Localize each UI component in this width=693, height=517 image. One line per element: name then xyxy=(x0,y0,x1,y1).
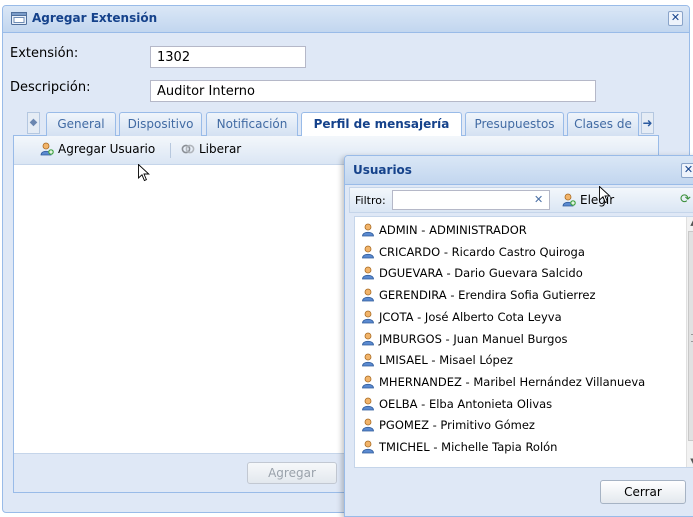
users-list-scrollbar[interactable]: ▲ ▼ xyxy=(686,217,693,467)
user-list-item[interactable]: JMBURGOS - Juan Manuel Burgos xyxy=(361,329,568,349)
user-icon xyxy=(362,440,374,454)
agregar-button[interactable]: Agregar xyxy=(247,462,337,484)
release-button[interactable]: Liberar xyxy=(181,142,241,158)
user-icon xyxy=(362,310,374,324)
user-icon xyxy=(362,418,374,432)
user-list-item[interactable]: OELBA - Elba Antonieta Olivas xyxy=(361,394,552,414)
user-list-item[interactable]: LMISAEL - Misael López xyxy=(361,350,513,370)
tab-scroll-left-icon[interactable]: ◆ xyxy=(27,112,40,134)
tab-general[interactable]: General xyxy=(46,112,116,136)
user-icon xyxy=(362,332,374,345)
users-list[interactable]: ADMIN - ADMINISTRADOR CRICARDO - Ricardo … xyxy=(354,216,693,468)
user-list-item[interactable]: MHERNANDEZ - Maribel Hernández Villanuev… xyxy=(361,372,645,392)
clear-icon[interactable]: ✕ xyxy=(534,193,543,206)
window-close-button[interactable]: ✕ xyxy=(668,11,683,26)
usuarios-dialog-title: Usuarios xyxy=(353,163,412,177)
user-list-item[interactable]: TMICHEL - Michelle Tapia Rolón xyxy=(361,437,557,457)
user-icon xyxy=(362,266,374,280)
scroll-up-icon[interactable]: ▲ xyxy=(689,219,693,227)
add-user-label: Agregar Usuario xyxy=(58,142,156,156)
phone-window-icon xyxy=(11,12,27,25)
user-icon xyxy=(362,223,374,237)
mouse-cursor-icon xyxy=(599,186,611,204)
add-user-icon xyxy=(562,193,576,207)
tab-perfil-mensajeria[interactable]: Perfil de mensajería xyxy=(301,112,462,137)
user-list-item[interactable]: DGUEVARA - Dario Guevara Salcido xyxy=(361,263,583,283)
usuarios-toolbar: Filtro: ✕ Elegir ⟳ xyxy=(349,187,693,213)
user-list-item-label: GERENDIRA - Erendira Sofia Gutierrez xyxy=(379,288,596,303)
close-icon: ✕ xyxy=(683,163,693,176)
tab-dispositivo[interactable]: Dispositivo xyxy=(119,112,202,136)
description-label: Descripción: xyxy=(10,80,91,95)
user-list-item-label: CRICARDO - Ricardo Castro Quiroga xyxy=(379,244,585,259)
usuarios-dialog: Usuarios ✕ Filtro: ✕ Elegir ⟳ ADMIN - AD… xyxy=(344,155,693,517)
window-title: Agregar Extensión xyxy=(32,11,158,25)
add-user-icon xyxy=(40,142,54,156)
refresh-icon[interactable]: ⟳ xyxy=(680,192,691,207)
close-icon: ✕ xyxy=(670,11,681,24)
filter-input[interactable] xyxy=(392,190,550,210)
user-list-item[interactable]: JCOTA - José Alberto Cota Leyva xyxy=(361,307,562,327)
usuarios-dialog-header[interactable]: Usuarios ✕ xyxy=(345,156,693,185)
user-list-item-label: MHERNANDEZ - Maribel Hernández Villanuev… xyxy=(379,374,646,389)
user-list-item[interactable]: ADMIN - ADMINISTRADOR xyxy=(361,220,527,240)
usuarios-close-button[interactable]: ✕ xyxy=(681,163,693,178)
user-icon xyxy=(362,375,374,389)
release-label: Liberar xyxy=(199,142,242,156)
scrollbar-thumb[interactable] xyxy=(688,231,693,441)
user-list-item-label: OELBA - Elba Antonieta Olivas xyxy=(379,396,553,411)
user-list-item-label: LMISAEL - Misael López xyxy=(379,353,513,368)
user-icon xyxy=(362,245,374,259)
extension-field[interactable]: 1302 xyxy=(150,46,306,68)
user-list-item-label: PGOMEZ - Primitivo Gómez xyxy=(379,418,535,433)
release-icon xyxy=(181,144,195,154)
tab-clases[interactable]: Clases de xyxy=(567,112,639,136)
tab-presupuestos[interactable]: Presupuestos xyxy=(465,112,564,136)
user-list-item-label: TMICHEL - Michelle Tapia Rolón xyxy=(379,440,558,454)
user-icon xyxy=(362,397,374,410)
user-list-item[interactable]: CRICARDO - Ricardo Castro Quiroga xyxy=(361,242,585,262)
scroll-down-icon[interactable]: ▼ xyxy=(689,457,693,465)
add-user-button[interactable]: Agregar Usuario xyxy=(40,142,155,158)
filter-label: Filtro: xyxy=(355,194,386,207)
extension-label: Extensión: xyxy=(10,46,79,61)
tab-scroll-right-icon[interactable]: ➜ xyxy=(641,112,654,134)
user-list-item-label: DGUEVARA - Dario Guevara Salcido xyxy=(379,266,583,281)
user-list-item[interactable]: PGOMEZ - Primitivo Gómez xyxy=(361,415,535,435)
description-field[interactable]: Auditor Interno xyxy=(150,80,596,102)
user-icon xyxy=(362,353,374,367)
user-list-item-label: ADMIN - ADMINISTRADOR xyxy=(379,223,527,237)
user-list-item[interactable]: GERENDIRA - Erendira Sofia Gutierrez xyxy=(361,285,596,305)
user-list-item-label: JMBURGOS - Juan Manuel Burgos xyxy=(379,331,568,346)
user-list-item-label: JCOTA - José Alberto Cota Leyva xyxy=(379,309,562,324)
user-icon xyxy=(362,288,374,302)
mouse-cursor-icon xyxy=(138,164,150,182)
cerrar-button[interactable]: Cerrar xyxy=(600,480,686,504)
tab-notificacion[interactable]: Notificación xyxy=(206,112,298,136)
window-header[interactable]: Agregar Extensión ✕ xyxy=(3,6,689,33)
toolbar-separator xyxy=(170,143,171,158)
